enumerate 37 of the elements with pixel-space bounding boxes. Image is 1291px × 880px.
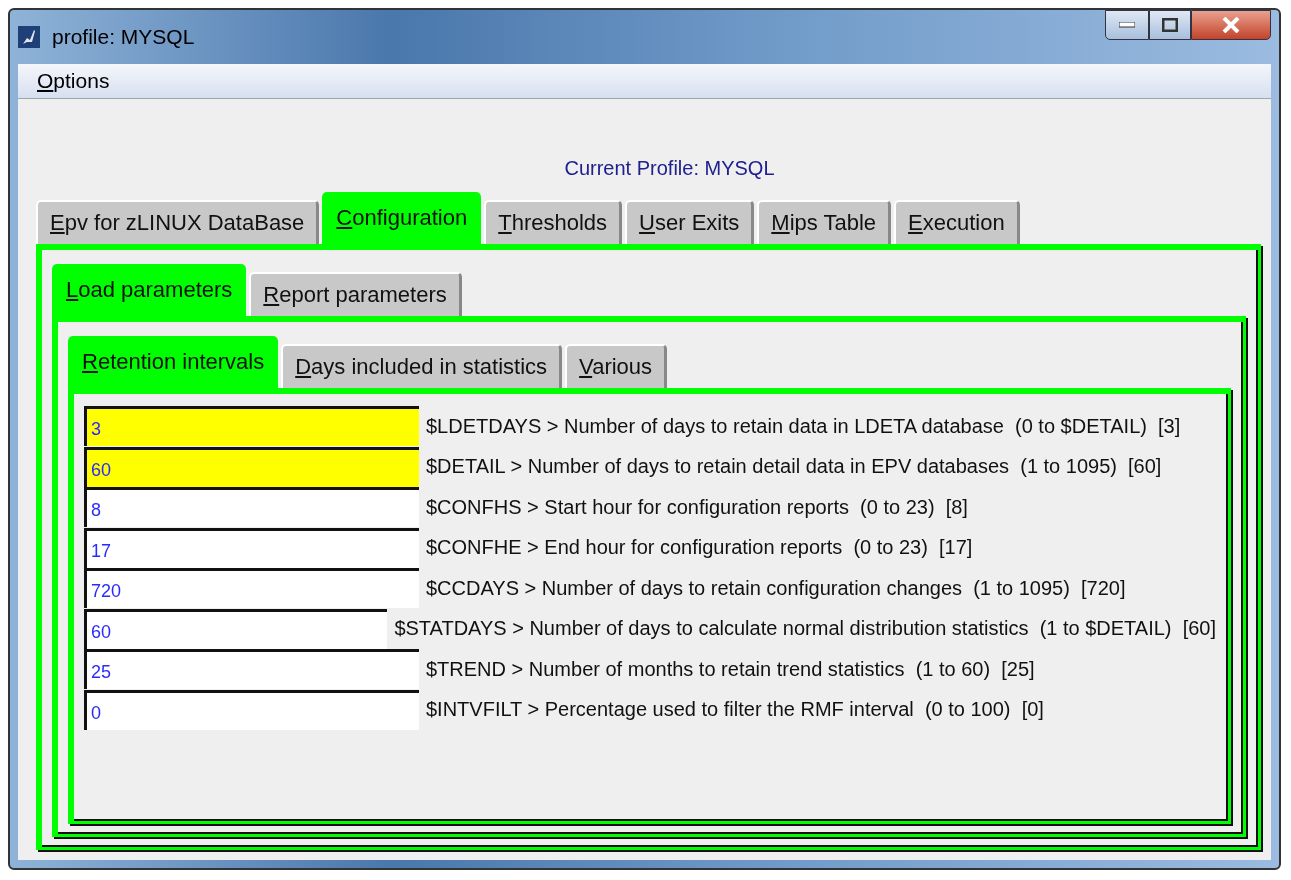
parameter-label: $INTVFILT > Percentage used to filter the RMF interval (0 to 100) [0] <box>425 698 1044 722</box>
parameter-label: $CONFHE > End hour for configuration reports (0 to 23) [17] <box>425 536 973 560</box>
tab[interactable]: Load parameters <box>52 264 247 316</box>
parameter-label: $DETAIL > Number of days to retain detail data in EPV databases (1 to 1095) [60] <box>425 455 1162 479</box>
input-field[interactable]: 25 <box>84 649 419 690</box>
input-field[interactable]: 17 <box>84 527 419 568</box>
tab[interactable]: Epv for zLINUX DataBase <box>36 200 320 244</box>
minimize-button[interactable] <box>1105 10 1149 40</box>
tab[interactable]: User Exits <box>625 200 755 244</box>
parameter-label: $TREND > Number of months to retain trend statistics (1 to 60) [25] <box>425 657 1035 681</box>
input-field[interactable]: 8 <box>84 487 419 528</box>
close-icon <box>1222 17 1240 33</box>
input-field[interactable]: 3 <box>84 406 419 447</box>
tab[interactable]: Days included in statistics <box>281 344 563 388</box>
tab[interactable]: Mips Table <box>757 200 892 244</box>
tab[interactable]: Configuration <box>322 192 482 244</box>
input-field[interactable]: 60 <box>84 608 388 649</box>
tab[interactable]: Thresholds <box>484 200 623 244</box>
minimize-icon <box>1119 22 1135 28</box>
parameter-label: $STATDAYS > Number of days to calculate normal distribution statistics (1 to $DETAIL) [60] <box>393 617 1216 641</box>
tab[interactable]: Retention intervals <box>68 336 279 388</box>
parameter-label: $LDETDAYS > Number of days to retain data in LDETA database (0 to $DETAIL) [3] <box>425 414 1181 438</box>
tab[interactable]: Execution <box>894 200 1020 244</box>
parameter-label: $CCDAYS > Number of days to retain configuration changes (1 to 1095) [720] <box>425 576 1126 600</box>
window-title: profile: MYSQL <box>52 25 195 49</box>
app-icon <box>18 26 40 48</box>
profile-label: Current Profile: MYSQL <box>564 157 775 180</box>
close-button[interactable] <box>1191 10 1271 40</box>
tab[interactable]: Various <box>565 344 668 388</box>
input-field[interactable]: 60 <box>84 446 419 487</box>
maximize-button[interactable] <box>1149 10 1191 40</box>
tab[interactable]: Report parameters <box>249 272 462 316</box>
menu-item[interactable]: Options <box>37 69 110 93</box>
maximize-icon <box>1162 18 1178 32</box>
input-field[interactable]: 720 <box>84 568 419 609</box>
input-field[interactable]: 0 <box>84 689 419 730</box>
parameter-label: $CONFHS > Start hour for configuration reports (0 to 23) [8] <box>425 495 968 519</box>
